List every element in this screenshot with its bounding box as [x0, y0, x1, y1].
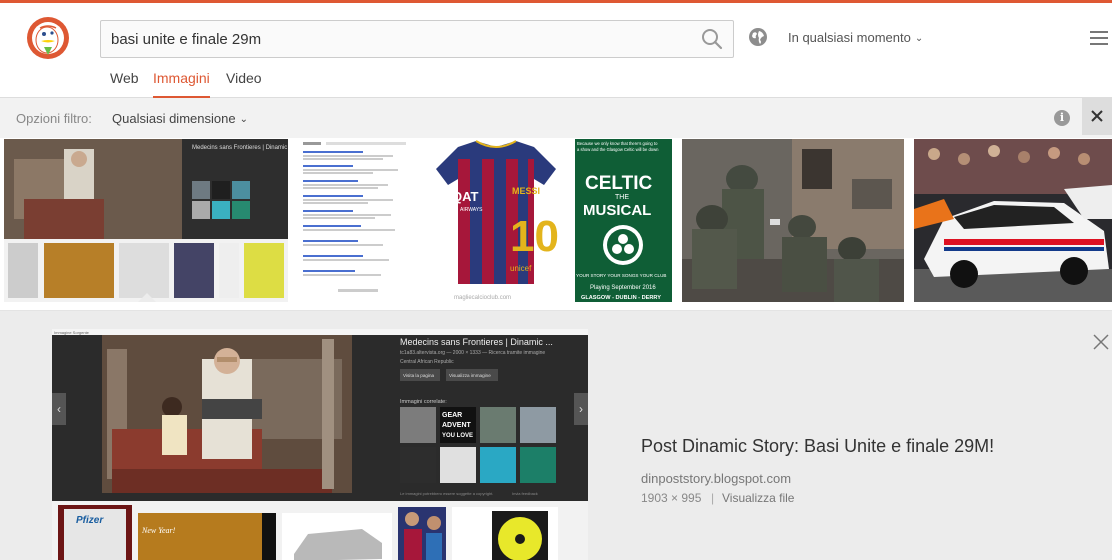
image-detail-panel: Immagine Sorgente Medecins sans Frontier… [0, 310, 1112, 560]
tab-images[interactable]: Immagini [153, 70, 210, 98]
search-icon[interactable] [701, 28, 723, 50]
preview-visit-button-text: Visita la pagina [403, 373, 435, 378]
preview-pfizer-text: Pfizer [76, 515, 104, 526]
menu-icon[interactable] [1090, 31, 1108, 45]
time-filter-label: In qualsiasi momento [788, 30, 911, 45]
chevron-down-icon: ⌄ [914, 33, 924, 44]
size-filter-dropdown[interactable]: Qualsiasi dimensione ⌄ [112, 111, 248, 126]
celtic-title-text-3: MUSICAL [583, 202, 651, 219]
close-detail-icon[interactable] [1092, 333, 1110, 351]
shirt-name-text: MESSI [512, 186, 540, 196]
shirt-brand-text: unicef [510, 264, 532, 273]
result-dimensions: 1903 × 995 [641, 491, 702, 505]
shirt-watermark-text: magliecalcioclub.com [454, 295, 511, 301]
filter-options-label: Opzioni filtro: [16, 111, 92, 126]
image-result-soldiers-photo[interactable] [682, 139, 904, 302]
celtic-top-text-2: a show and the Glasgow Celtic will be do… [577, 147, 659, 152]
preview-topbar-text: Immagine Sorgente [54, 330, 90, 335]
celtic-sub-text: YOUR STORY YOUR SONGS YOUR CLUB [576, 273, 666, 278]
preview-gear-text-2: ADVENT [442, 422, 472, 429]
thumb1-header-text: Medecins sans Frontieres | Dinamic [192, 145, 287, 151]
duckduckgo-logo[interactable] [26, 16, 70, 60]
chevron-down-icon: ⌄ [239, 114, 248, 125]
size-filter-label: Qualsiasi dimensione [112, 111, 236, 126]
preview-newyear-text: New Year! [141, 526, 176, 535]
preview-footer-text: Le immagini potrebbero essere soggette a… [400, 491, 493, 496]
preview-title-text: Medecins sans Frontieres | Dinamic ... [400, 337, 553, 347]
preview-location-text: Central African Republic [400, 359, 454, 365]
image-result-rally-car[interactable] [914, 139, 1112, 302]
celtic-cities-text: GLASGOW - DUBLIN - DERRY [581, 295, 661, 301]
detail-preview-image[interactable]: Immagine Sorgente Medecins sans Frontier… [52, 329, 588, 560]
shirt-sponsor-text-2: AIRWAYS [460, 207, 483, 213]
selected-image-pointer [138, 293, 156, 302]
shirt-sponsor-text: QAT [452, 189, 479, 204]
image-result-search-page[interactable] [298, 139, 418, 302]
preview-view-button-text: Visualizza immagine [449, 373, 491, 378]
result-domain-link[interactable]: dinpoststory.blogspot.com [641, 471, 791, 486]
result-separator: | [711, 491, 715, 505]
globe-icon[interactable] [748, 27, 768, 47]
image-result-barcelona-shirt[interactable]: QAT AIRWAYS MESSI 10 unicef magliecalcio… [428, 139, 564, 302]
preview-related-text: Immagini correlate: [400, 399, 447, 405]
celtic-date-text: Playing September 2016 [590, 285, 656, 291]
tab-video[interactable]: Video [226, 70, 262, 98]
shirt-number-text: 10 [510, 212, 559, 261]
result-title-link[interactable]: Post Dinamic Story: Basi Unite e finale … [641, 436, 994, 457]
image-results-row: Medecins sans Frontieres | Dinamic QAT A… [0, 138, 1112, 310]
next-image-button[interactable]: › [574, 393, 588, 425]
search-box [100, 20, 734, 58]
view-file-link[interactable]: Visualizza file [722, 491, 794, 505]
time-filter-dropdown[interactable]: In qualsiasi momento ⌄ [788, 30, 923, 45]
search-input[interactable] [101, 21, 691, 57]
celtic-title-text-2: THE [615, 194, 629, 201]
preview-meta-text: tc1a83.altervista.org — 2000 × 1333 — Ri… [400, 350, 545, 356]
preview-gear-text-1: GEAR [442, 412, 462, 419]
image-result-celtic-musical[interactable]: Because we only know that there's going … [575, 139, 672, 302]
info-icon[interactable]: i [1054, 110, 1070, 126]
filter-bar: Opzioni filtro: Qualsiasi dimensione ⌄ i [0, 98, 1112, 138]
close-filter-bar-icon[interactable] [1082, 98, 1112, 135]
tab-web[interactable]: Web [110, 70, 139, 98]
celtic-title-text-1: CELTIC [585, 173, 652, 194]
previous-image-button[interactable]: ‹ [52, 393, 66, 425]
preview-gear-text-3: YOU LOVE [442, 433, 473, 439]
celtic-top-text-1: Because we only know that there's going … [577, 141, 658, 146]
image-result-msf-screenshot[interactable]: Medecins sans Frontieres | Dinamic [4, 139, 288, 302]
preview-feedback-text: Invia feedback [512, 491, 538, 496]
header: In qualsiasi momento⌄ Web Immagini Video [0, 3, 1112, 98]
